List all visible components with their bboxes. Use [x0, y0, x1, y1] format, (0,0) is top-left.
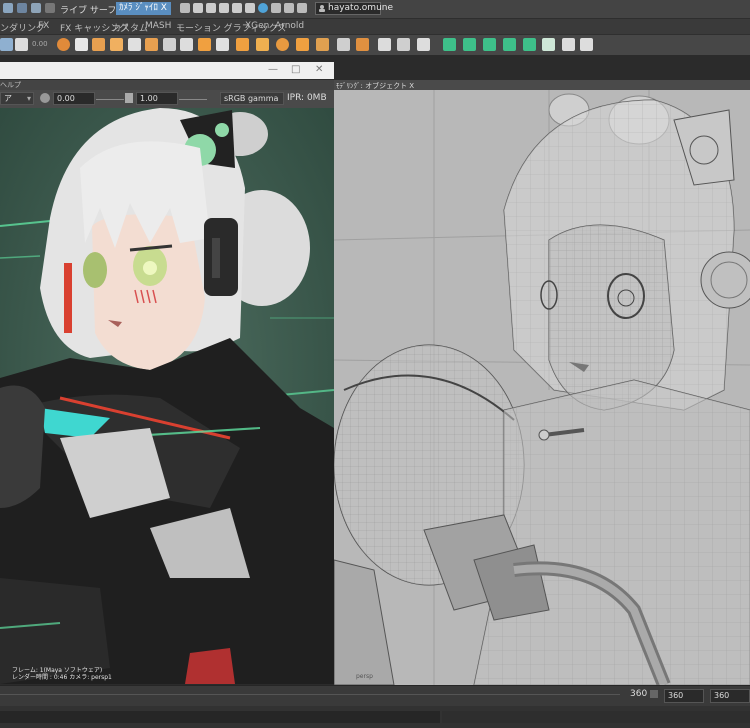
gamma-slider[interactable] — [179, 99, 207, 100]
render-setup-icon[interactable] — [258, 3, 268, 13]
exposure-icon — [40, 93, 50, 103]
shelf-value-label: 0.00 — [32, 40, 48, 48]
torus-icon[interactable] — [145, 38, 158, 51]
render-image — [0, 108, 334, 684]
end-frame-label: 360 — [630, 689, 648, 699]
cylinder-icon[interactable] — [92, 38, 105, 51]
render-view-titlebar[interactable]: — □ ✕ — [0, 62, 334, 79]
bevel-icon[interactable] — [236, 38, 249, 51]
select-mode-icon[interactable] — [3, 3, 13, 13]
bridge-icon[interactable] — [216, 38, 229, 51]
viewport-header: ﾓﾃﾞﾘﾝｸﾞ: オブジェクト X — [334, 80, 750, 90]
camera-field[interactable]: ｶﾒﾗ ｼﾞｬｲﾛ X — [116, 2, 171, 15]
snap-view-icon[interactable] — [297, 3, 307, 13]
display-mode-value: ア — [4, 94, 12, 103]
maximize-icon[interactable]: □ — [291, 64, 300, 75]
undo-icon[interactable] — [31, 3, 41, 13]
select-tool-icon[interactable] — [0, 38, 13, 51]
disc-icon[interactable] — [163, 38, 176, 51]
combine-icon[interactable] — [256, 38, 269, 51]
plane-icon[interactable] — [128, 38, 141, 51]
time-track — [0, 694, 620, 695]
range-track-right — [442, 711, 750, 723]
exposure-slider[interactable] — [96, 99, 124, 100]
user-icon — [319, 5, 325, 12]
tab-mash[interactable]: MASH — [145, 21, 171, 31]
playback-end-field[interactable]: 360 — [664, 689, 704, 703]
status-line: ライブ サーフェスなし ｶﾒﾗ ｼﾞｬｲﾛ X hayato.omune — [0, 0, 750, 19]
range-slider[interactable] — [0, 706, 750, 728]
quad-draw-icon[interactable] — [417, 38, 430, 51]
extrude-icon[interactable] — [198, 38, 211, 51]
smooth-icon[interactable] — [276, 38, 289, 51]
render-frame-icon[interactable] — [193, 3, 203, 13]
spherical-map-icon[interactable] — [503, 38, 516, 51]
render-info-line-1: フレーム: 1(Maya ソフトウェア) — [12, 667, 103, 674]
render-info-line-2: レンダー時間 : 0:46 カメラ: persp1 — [12, 674, 112, 681]
cone-icon[interactable] — [110, 38, 123, 51]
uv-editor-icon[interactable] — [443, 38, 456, 51]
range-track[interactable] — [0, 711, 440, 723]
tab-arnold[interactable]: Arnold — [275, 21, 304, 31]
mirror-icon[interactable] — [337, 38, 350, 51]
tab-xgen[interactable]: XGen — [245, 21, 269, 31]
key-icon[interactable] — [650, 690, 658, 698]
gamma-field[interactable]: 1.00 — [136, 92, 178, 105]
pause-icon[interactable] — [284, 3, 294, 13]
cut-uv-icon[interactable] — [562, 38, 575, 51]
color-space-dropdown[interactable]: sRGB gamma — [220, 92, 284, 105]
hypershade-icon[interactable] — [245, 3, 255, 13]
render-view-menubar: ヘルプ — [0, 80, 334, 90]
camera-label: persp — [356, 673, 373, 680]
pipe-icon[interactable] — [180, 38, 193, 51]
move-tool-icon[interactable] — [15, 38, 28, 51]
tab-motion-graphics[interactable]: モーション グラフィックス — [176, 21, 286, 34]
snap-icon[interactable] — [17, 3, 27, 13]
boolean-icon[interactable] — [356, 38, 369, 51]
fill-hole-icon[interactable] — [296, 38, 309, 51]
reduce-icon[interactable] — [316, 38, 329, 51]
user-account-field[interactable]: hayato.omune — [315, 2, 393, 15]
cube-icon[interactable] — [75, 38, 88, 51]
tab-fx[interactable]: FX — [38, 21, 49, 31]
exposure-field[interactable]: 0.00 — [53, 92, 95, 105]
ipr-memory-label: IPR: 0MB — [287, 93, 327, 103]
shelf-tabs: ンダリング FX FX キャッシング カスタム MASH モーション グラフィッ… — [0, 19, 750, 34]
viewport-3d[interactable] — [334, 90, 750, 685]
cylindrical-map-icon[interactable] — [483, 38, 496, 51]
wireframe-model — [334, 90, 750, 685]
checker-icon[interactable] — [542, 38, 555, 51]
shelf: 0.00 — [0, 34, 750, 56]
time-slider[interactable]: 360 360 360 — [0, 685, 750, 706]
light-editor-icon[interactable] — [271, 3, 281, 13]
menu-help[interactable]: ヘルプ — [0, 80, 21, 90]
auto-map-icon[interactable] — [523, 38, 536, 51]
menu-icon[interactable] — [45, 3, 55, 13]
target-weld-icon[interactable] — [397, 38, 410, 51]
tab-custom[interactable]: カスタム — [112, 21, 148, 34]
sphere-icon[interactable] — [57, 38, 70, 51]
animation-end-field[interactable]: 360 — [710, 689, 750, 703]
multi-cut-icon[interactable] — [378, 38, 391, 51]
gamma-icon — [125, 93, 133, 103]
ipr-icon[interactable] — [219, 3, 229, 13]
render-sequence-icon[interactable] — [206, 3, 216, 13]
render-icon[interactable] — [180, 3, 190, 13]
render-info: フレーム: 1(Maya ソフトウェア) レンダー時間 : 0:46 カメラ: … — [0, 664, 334, 684]
display-mode-dropdown[interactable]: ア ▾ — [0, 92, 34, 105]
rendered-character — [0, 108, 334, 684]
close-icon[interactable]: ✕ — [315, 64, 323, 75]
chevron-down-icon: ▾ — [26, 94, 31, 103]
minimize-icon[interactable]: — — [268, 64, 278, 75]
render-settings-icon[interactable] — [232, 3, 242, 13]
render-view-toolbar: ア ▾ 0.00 1.00 sRGB gamma IPR: 0MB — [0, 90, 334, 108]
planar-map-icon[interactable] — [463, 38, 476, 51]
sew-uv-icon[interactable] — [580, 38, 593, 51]
user-name: hayato.omune — [328, 3, 394, 13]
